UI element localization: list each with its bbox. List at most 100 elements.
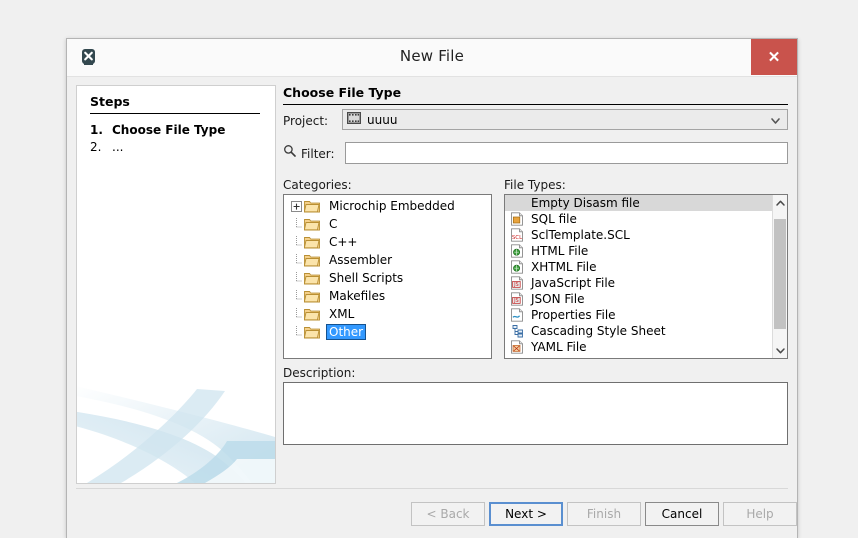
file-types-scrollbar[interactable] — [772, 195, 787, 358]
file-type-label: YAML File — [531, 340, 587, 354]
back-button[interactable]: < Back — [411, 502, 485, 526]
folder-icon — [303, 235, 320, 249]
file-type-item[interactable]: Empty Disasm file — [505, 195, 773, 211]
category-label: Other — [325, 324, 367, 340]
file-type-item[interactable]: HTML File — [505, 243, 773, 259]
categories-tree: Microchip Embedded C C++ Assembler Shell Scr… — [284, 197, 491, 341]
category-label: Makefiles — [329, 289, 386, 303]
category-item-shell-scripts[interactable]: Shell Scripts — [284, 269, 491, 287]
dialog-title: New File — [399, 47, 465, 65]
dialog-titlebar: New File ✕ — [67, 39, 797, 77]
section-divider — [283, 104, 788, 105]
category-label: Shell Scripts — [329, 271, 404, 285]
category-item-xml[interactable]: XML — [284, 305, 491, 323]
filter-input[interactable] — [345, 142, 788, 164]
step-item-2: 2.... — [90, 140, 123, 154]
steps-divider — [90, 113, 260, 114]
new-file-dialog: New File ✕ Steps 1. Choose File Type 2...… — [66, 38, 798, 538]
footer-divider — [76, 488, 788, 489]
file-type-label: SclTemplate.SCL — [531, 228, 630, 242]
folder-icon — [303, 253, 320, 267]
file-type-item[interactable]: JS JSON File — [505, 291, 773, 307]
file-type-label: SQL file — [531, 212, 577, 226]
file-type-label: Cascading Style Sheet — [531, 324, 666, 338]
next-button[interactable]: Next > — [489, 502, 563, 526]
category-item-c-[interactable]: C++ — [284, 233, 491, 251]
project-label: Project: — [283, 114, 329, 128]
folder-icon — [303, 289, 320, 303]
tree-connector-icon — [290, 235, 303, 249]
tree-connector-icon — [290, 253, 303, 267]
filter-label: Filter: — [301, 147, 335, 161]
tree-connector-icon — [290, 271, 303, 285]
steps-pane: Steps 1. Choose File Type 2.... — [76, 85, 276, 484]
svg-text:JS: JS — [513, 282, 519, 288]
category-item-microchip-embedded[interactable]: Microchip Embedded — [284, 197, 491, 215]
file-type-item[interactable]: Properties File — [505, 307, 773, 323]
choose-file-type-pane: Choose File Type Project: uuuu Filter: C… — [283, 76, 788, 484]
file-type-label: Empty Disasm file — [531, 196, 640, 210]
project-value: uuuu — [367, 112, 398, 127]
page-title: Choose File Type — [283, 85, 402, 100]
sql-file-icon — [510, 212, 524, 226]
file-type-item[interactable]: JS JavaScript File — [505, 275, 773, 291]
folder-icon — [303, 325, 320, 339]
chevron-down-icon[interactable] — [769, 114, 782, 127]
tree-connector-icon — [290, 325, 303, 339]
step-label: ... — [112, 140, 124, 154]
js-file-icon: JS — [510, 276, 524, 290]
tree-connector-icon — [290, 217, 303, 231]
css-file-icon — [510, 324, 524, 338]
category-label: C++ — [329, 235, 358, 249]
dialog-footer: < Back Next > Finish Cancel Help — [67, 488, 797, 538]
file-type-label: JSON File — [531, 292, 585, 306]
chevron-up-icon[interactable] — [773, 195, 787, 211]
step-number: 1. — [90, 123, 103, 137]
file-type-label: Properties File — [531, 308, 616, 322]
search-icon — [283, 144, 296, 157]
scrollbar-thumb[interactable] — [774, 219, 786, 329]
chevron-down-icon[interactable] — [773, 342, 787, 358]
folder-icon — [303, 271, 320, 285]
step-item-1: 1. Choose File Type — [90, 123, 225, 137]
description-area[interactable] — [283, 382, 788, 445]
category-item-c[interactable]: C — [284, 215, 491, 233]
expand-toggle-icon[interactable] — [290, 200, 303, 213]
category-item-assembler[interactable]: Assembler — [284, 251, 491, 269]
file-type-item[interactable]: Cascading Style Sheet — [505, 323, 773, 339]
description-label: Description: — [283, 366, 356, 380]
help-button[interactable]: Help — [723, 502, 797, 526]
file-type-item[interactable]: SQL file — [505, 211, 773, 227]
scl-file-icon: SCL — [510, 228, 524, 242]
screen: New File ✕ Steps 1. Choose File Type 2...… — [0, 0, 858, 538]
yaml-file-icon — [510, 340, 524, 354]
svg-text:SCL: SCL — [512, 235, 522, 241]
tree-connector-icon — [290, 307, 303, 321]
finish-button[interactable]: Finish — [567, 502, 641, 526]
json-file-icon: JS — [510, 292, 524, 306]
categories-label: Categories: — [283, 178, 352, 192]
category-label: XML — [329, 307, 355, 321]
step-number: 2. — [90, 140, 102, 154]
html-file-icon — [510, 244, 524, 258]
project-icon — [347, 112, 361, 127]
decorative-swoosh-graphic — [77, 386, 275, 483]
dialog-body: Steps 1. Choose File Type 2.... Choose F… — [67, 76, 797, 538]
file-type-item[interactable]: XHTML File — [505, 259, 773, 275]
file-types-list[interactable]: Empty Disasm file SQL file SCL SclTemplate.… — [504, 194, 788, 359]
file-type-item[interactable]: YAML File — [505, 339, 773, 355]
tree-connector-icon — [290, 289, 303, 303]
category-item-other[interactable]: Other — [284, 323, 491, 341]
cancel-button[interactable]: Cancel — [645, 502, 719, 526]
folder-icon — [303, 217, 320, 231]
svg-text:JS: JS — [513, 298, 519, 304]
categories-list[interactable]: Microchip Embedded C C++ Assembler Shell Scr… — [283, 194, 492, 359]
file-types-items: Empty Disasm file SQL file SCL SclTemplate.… — [505, 195, 773, 355]
project-select[interactable]: uuuu — [342, 109, 788, 130]
close-icon[interactable]: ✕ — [751, 39, 797, 75]
category-label: C — [329, 217, 338, 231]
file-type-label: HTML File — [531, 244, 589, 258]
steps-heading: Steps — [90, 94, 130, 109]
category-item-makefiles[interactable]: Makefiles — [284, 287, 491, 305]
file-type-item[interactable]: SCL SclTemplate.SCL — [505, 227, 773, 243]
